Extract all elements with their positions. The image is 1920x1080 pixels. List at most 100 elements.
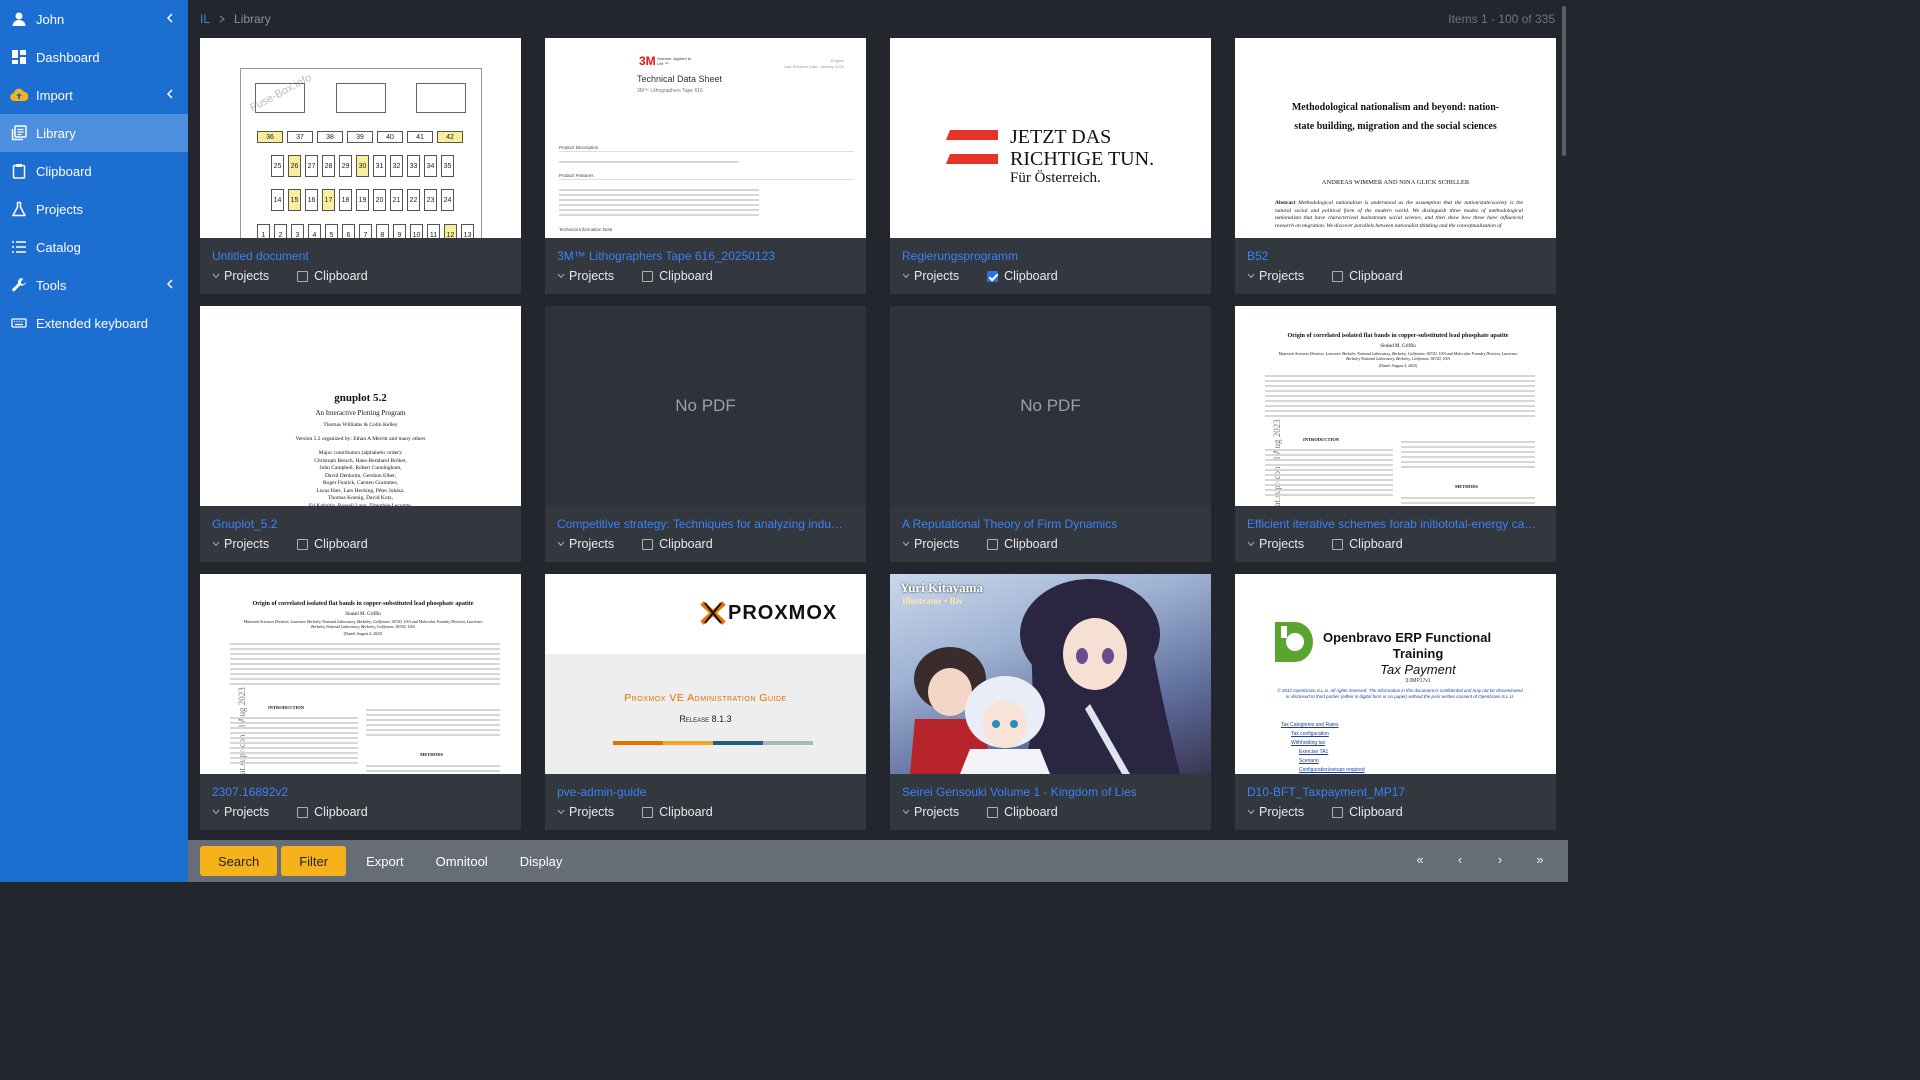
clipboard-checkbox[interactable]: Clipboard xyxy=(642,537,713,551)
keyboard-icon xyxy=(10,314,28,332)
document-thumbnail[interactable]: Methodological nationalism and beyond: n… xyxy=(1235,38,1556,238)
card-title[interactable]: Efficient iterative schemes forab initio… xyxy=(1247,517,1547,531)
library-card[interactable]: PROXMOX Proxmox VE Administration Guide … xyxy=(545,574,866,830)
fuse-slot: 33 xyxy=(407,155,420,177)
document-thumbnail[interactable]: No PDF xyxy=(890,306,1211,506)
export-button[interactable]: Export xyxy=(350,846,420,876)
filter-button[interactable]: Filter xyxy=(281,846,347,876)
projects-dropdown[interactable]: Projects xyxy=(1247,537,1304,551)
sidebar-item-catalog[interactable]: Catalog xyxy=(0,228,188,266)
clipboard-checkbox[interactable]: Clipboard xyxy=(642,805,713,819)
first-page-icon[interactable]: « xyxy=(1410,852,1430,867)
previous-page-icon[interactable]: ‹ xyxy=(1450,852,1470,867)
checkbox[interactable] xyxy=(642,806,654,818)
library-card[interactable]: No PDF A Reputational Theory of Firm Dyn… xyxy=(890,306,1211,562)
checkbox[interactable] xyxy=(642,270,654,282)
next-page-icon[interactable]: › xyxy=(1490,852,1510,867)
library-card[interactable]: JETZT DAS RICHTIGE TUN. Für Österreich. … xyxy=(890,38,1211,294)
clipboard-checkbox[interactable]: Clipboard xyxy=(987,805,1058,819)
projects-dropdown[interactable]: Projects xyxy=(902,537,959,551)
projects-dropdown[interactable]: Projects xyxy=(1247,269,1304,283)
document-thumbnail[interactable]: JETZT DAS RICHTIGE TUN. Für Österreich. xyxy=(890,38,1211,238)
library-card[interactable]: Openbravo ERP Functional Training Tax Pa… xyxy=(1235,574,1556,830)
scrollbar-thumb[interactable] xyxy=(1562,6,1566,156)
sidebar-item-import[interactable]: Import xyxy=(0,76,188,114)
checkbox[interactable] xyxy=(1332,538,1344,550)
fuse-slot: 11 xyxy=(427,224,440,238)
clipboard-checkbox[interactable]: Clipboard xyxy=(1332,269,1403,283)
document-thumbnail[interactable]: PROXMOX Proxmox VE Administration Guide … xyxy=(545,574,866,774)
card-title[interactable]: Regierungsprogramm xyxy=(902,249,1202,263)
checkbox[interactable] xyxy=(297,538,309,550)
projects-dropdown[interactable]: Projects xyxy=(557,269,614,283)
projects-label: Projects xyxy=(1259,805,1305,819)
document-thumbnail[interactable]: Origin of correlated isolated flat bands… xyxy=(1235,306,1556,506)
clipboard-checkbox[interactable]: Clipboard xyxy=(297,537,368,551)
document-thumbnail[interactable]: Openbravo ERP Functional Training Tax Pa… xyxy=(1235,574,1556,774)
checkbox[interactable] xyxy=(987,806,999,818)
checkbox[interactable] xyxy=(297,806,309,818)
clipboard-checkbox[interactable]: Clipboard xyxy=(1332,805,1403,819)
document-thumbnail[interactable]: Yuri Kitayama Illustrator • Riv xyxy=(890,574,1211,774)
clipboard-checkbox[interactable]: Clipboard xyxy=(987,269,1058,283)
card-title[interactable]: 3M™ Lithographers Tape 616_20250123 xyxy=(557,249,857,263)
sidebar-item-dashboard[interactable]: Dashboard xyxy=(0,38,188,76)
clipboard-checkbox[interactable]: Clipboard xyxy=(1332,537,1403,551)
library-card[interactable]: Yuri Kitayama Illustrator • Riv Seirei G… xyxy=(890,574,1211,830)
library-card[interactable]: 3M Science. Applied to Life.™ English La… xyxy=(545,38,866,294)
library-card[interactable]: gnuplot 5.2 An Interactive Plotting Prog… xyxy=(200,306,521,562)
library-card[interactable]: Origin of correlated isolated flat bands… xyxy=(200,574,521,830)
breadcrumb-root[interactable]: IL xyxy=(200,12,210,26)
checkbox[interactable] xyxy=(1332,270,1344,282)
library-card[interactable]: Methodological nationalism and beyond: n… xyxy=(1235,38,1556,294)
checkbox[interactable] xyxy=(987,538,999,550)
card-title[interactable]: A Reputational Theory of Firm Dynamics xyxy=(902,517,1202,531)
sidebar-item-library[interactable]: Library xyxy=(0,114,188,152)
sidebar-item-projects[interactable]: Projects xyxy=(0,190,188,228)
projects-dropdown[interactable]: Projects xyxy=(902,269,959,283)
card-title[interactable]: Competitive strategy: Techniques for ana… xyxy=(557,517,857,531)
document-thumbnail[interactable]: Fuse-Box.info 36 37 38 39 40 41 42 25 26 27 28 29 3… xyxy=(200,38,521,238)
card-title[interactable]: 2307.16892v2 xyxy=(212,785,512,799)
projects-dropdown[interactable]: Projects xyxy=(557,537,614,551)
projects-dropdown[interactable]: Projects xyxy=(557,805,614,819)
fuse-row: 36 37 38 39 40 41 42 xyxy=(257,131,463,143)
clipboard-checkbox[interactable]: Clipboard xyxy=(642,269,713,283)
omnitool-button[interactable]: Omnitool xyxy=(420,846,504,876)
library-card[interactable]: No PDF Competitive strategy: Techniques … xyxy=(545,306,866,562)
checkbox[interactable] xyxy=(297,270,309,282)
projects-dropdown[interactable]: Projects xyxy=(902,805,959,819)
projects-dropdown[interactable]: Projects xyxy=(212,805,269,819)
checkbox[interactable] xyxy=(1332,806,1344,818)
projects-dropdown[interactable]: Projects xyxy=(1247,805,1304,819)
document-thumbnail[interactable]: gnuplot 5.2 An Interactive Plotting Prog… xyxy=(200,306,521,506)
checkbox-checked[interactable] xyxy=(987,270,999,282)
clipboard-checkbox[interactable]: Clipboard xyxy=(297,269,368,283)
last-page-icon[interactable]: » xyxy=(1530,852,1550,867)
clipboard-checkbox[interactable]: Clipboard xyxy=(297,805,368,819)
library-card[interactable]: Fuse-Box.info 36 37 38 39 40 41 42 25 26 27 28 29 3… xyxy=(200,38,521,294)
card-title[interactable]: Gnuplot_5.2 xyxy=(212,517,512,531)
search-button[interactable]: Search xyxy=(200,846,278,876)
proxmox-x-icon xyxy=(700,601,726,625)
card-title[interactable]: B52 xyxy=(1247,249,1547,263)
document-thumbnail[interactable]: Origin of correlated isolated flat bands… xyxy=(200,574,521,774)
card-title[interactable]: D10-BFT_Taxpayment_MP17 xyxy=(1247,785,1547,799)
card-title[interactable]: Untitled document xyxy=(212,249,512,263)
sidebar-item-extended-keyboard[interactable]: Extended keyboard xyxy=(0,304,188,342)
sidebar-item-tools[interactable]: Tools xyxy=(0,266,188,304)
document-thumbnail[interactable]: 3M Science. Applied to Life.™ English La… xyxy=(545,38,866,238)
document-thumbnail[interactable]: No PDF xyxy=(545,306,866,506)
card-title[interactable]: pve-admin-guide xyxy=(557,785,857,799)
library-card[interactable]: Origin of correlated isolated flat bands… xyxy=(1235,306,1556,562)
contributor-line: David Denholm, Gershon Elber, xyxy=(324,472,397,479)
projects-dropdown[interactable]: Projects xyxy=(212,269,269,283)
projects-dropdown[interactable]: Projects xyxy=(212,537,269,551)
checkbox[interactable] xyxy=(642,538,654,550)
sidebar-item-clipboard[interactable]: Clipboard xyxy=(0,152,188,190)
card-title[interactable]: Seirei Gensouki Volume 1 - Kingdom of Li… xyxy=(902,785,1202,799)
clipboard-checkbox[interactable]: Clipboard xyxy=(987,537,1058,551)
scrollbar[interactable] xyxy=(1560,0,1568,840)
user-menu[interactable]: John xyxy=(0,0,188,38)
display-button[interactable]: Display xyxy=(504,846,579,876)
